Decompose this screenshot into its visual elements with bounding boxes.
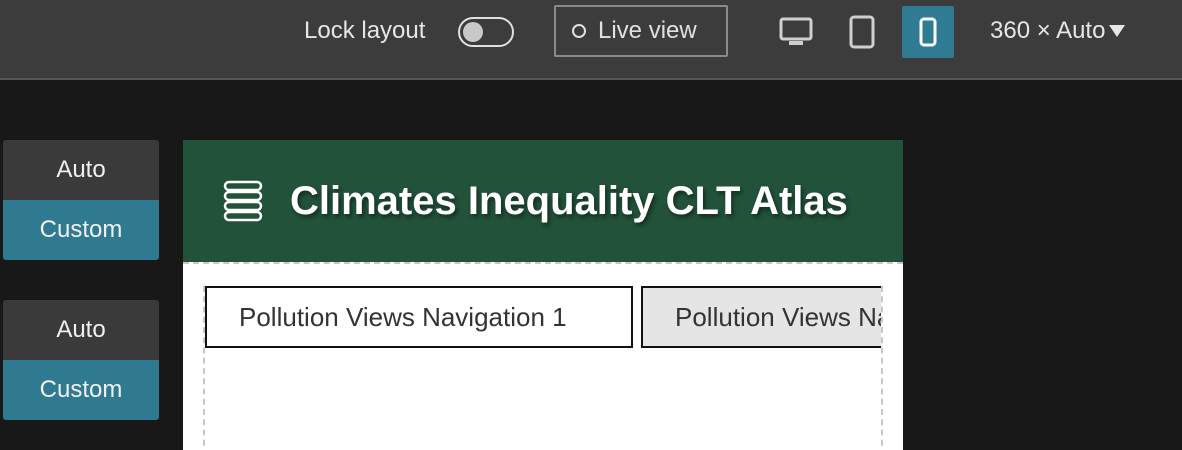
app-header[interactable]: Climates Inequality CLT Atlas bbox=[183, 140, 903, 262]
height-custom-option[interactable]: Custom bbox=[3, 360, 159, 420]
section-divider bbox=[183, 262, 903, 264]
app-preview-canvas[interactable]: Climates Inequality CLT Atlas Pollution … bbox=[183, 140, 903, 450]
lock-layout-toggle[interactable] bbox=[458, 17, 514, 47]
live-view-label: Live view bbox=[598, 17, 697, 44]
width-custom-option[interactable]: Custom bbox=[3, 200, 159, 260]
tab-navigation-section[interactable]: Pollution Views Navigation 1 Pollution V… bbox=[203, 286, 883, 450]
desktop-view-button[interactable] bbox=[770, 6, 822, 58]
height-auto-option[interactable]: Auto bbox=[3, 300, 159, 360]
tab-pollution-views-2[interactable]: Pollution Views Navigation 2 bbox=[641, 286, 881, 348]
phone-icon bbox=[919, 17, 937, 47]
tab-pollution-views-1[interactable]: Pollution Views Navigation 1 bbox=[205, 286, 633, 348]
live-view-button[interactable]: Live view bbox=[554, 5, 728, 57]
width-size-control: Auto Custom bbox=[3, 140, 159, 260]
caret-down-icon bbox=[1109, 25, 1126, 37]
phone-view-button[interactable] bbox=[902, 6, 954, 58]
height-size-control: Auto Custom bbox=[3, 300, 159, 420]
tab-label: Pollution Views Navigation 1 bbox=[239, 301, 567, 332]
viewport-size-dropdown[interactable]: 360 × Auto bbox=[990, 16, 1126, 46]
toggle-knob bbox=[463, 22, 483, 42]
live-view-dot-icon bbox=[572, 24, 586, 38]
tablet-icon bbox=[849, 15, 875, 49]
lock-layout-label: Lock layout bbox=[304, 17, 426, 44]
app-title: Climates Inequality CLT Atlas bbox=[290, 179, 848, 223]
menu-icon[interactable] bbox=[223, 180, 263, 222]
tab-label: Pollution Views Navigation 2 bbox=[675, 301, 881, 332]
viewport-size-value: 360 × Auto bbox=[990, 17, 1106, 44]
width-auto-option[interactable]: Auto bbox=[3, 140, 159, 200]
top-toolbar: Lock layout Live view 360 × Auto bbox=[0, 0, 1182, 80]
tablet-view-button[interactable] bbox=[836, 6, 888, 58]
desktop-icon bbox=[779, 17, 813, 45]
